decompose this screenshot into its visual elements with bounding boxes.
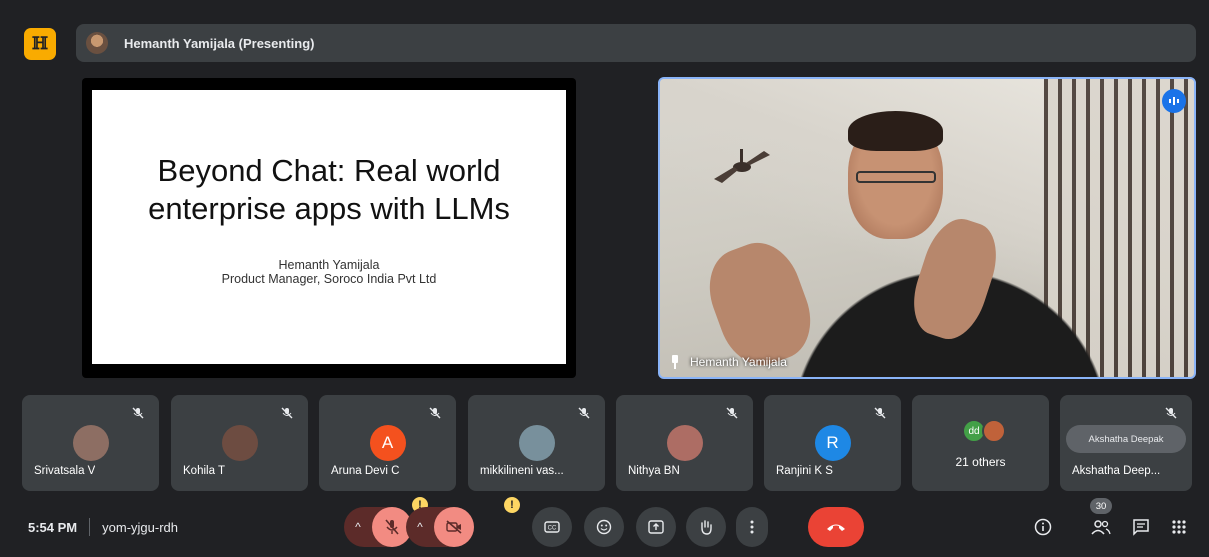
present-screen-button[interactable]: [636, 507, 676, 547]
participant-tile[interactable]: Nithya BN: [616, 395, 753, 491]
others-count-label: 21 others: [955, 455, 1006, 469]
speaking-indicator-icon: [1162, 89, 1186, 113]
participant-avatar: [72, 425, 109, 461]
mic-off-icon: [873, 407, 887, 421]
presentation-slide: Beyond Chat: Real world enterprise apps …: [92, 90, 566, 364]
presenting-bar[interactable]: Hemanth Yamijala (Presenting): [76, 24, 1196, 62]
presenting-label: Hemanth Yamijala (Presenting): [124, 35, 315, 51]
pin-icon[interactable]: [670, 355, 680, 369]
camera-control-group: ^: [406, 507, 474, 547]
meeting-info: 5:54 PM yom-yjgu-rdh: [28, 518, 178, 536]
others-avatar-group: dd: [962, 419, 1006, 443]
meeting-details-info-icon[interactable]: [1032, 516, 1054, 538]
captions-button[interactable]: CC: [532, 507, 572, 547]
speaker-glasses-image: [856, 171, 936, 183]
presentation-stage[interactable]: Beyond Chat: Real world enterprise apps …: [82, 78, 576, 378]
activities-grid-icon[interactable]: [1168, 516, 1190, 538]
participant-strip: Srivatsala V Kohila T A Aruna Devi C mik…: [22, 395, 1192, 491]
participant-tile[interactable]: Kohila T: [171, 395, 308, 491]
leave-call-button[interactable]: [808, 507, 864, 547]
meet-window: ℍ Hemanth Yamijala (Presenting) Beyond C…: [0, 0, 1209, 557]
participant-tile[interactable]: Akshatha Deepak Akshatha Deep...: [1060, 395, 1192, 491]
participant-name: Nithya BN: [628, 465, 680, 477]
speaker-hair-image: [848, 111, 943, 151]
mic-off-icon: [1164, 407, 1178, 421]
meeting-code: yom-yjgu-rdh: [102, 519, 178, 535]
speaker-name: Hemanth Yamijala: [690, 355, 787, 369]
participant-name: Kohila T: [183, 465, 225, 477]
clock-time: 5:54 PM: [28, 519, 78, 535]
mic-off-icon: [131, 407, 145, 421]
participant-tile[interactable]: Srivatsala V: [22, 395, 159, 491]
mic-off-icon: [725, 407, 739, 421]
presenter-avatar: [86, 32, 108, 54]
participant-avatar: [221, 425, 258, 461]
participant-tile[interactable]: mikkilineni vas...: [468, 395, 605, 491]
svg-text:CC: CC: [548, 526, 557, 532]
more-options-button[interactable]: [736, 507, 768, 547]
speaker-name-label: Hemanth Yamijala: [670, 355, 787, 369]
others-tile[interactable]: dd 21 others: [912, 395, 1049, 491]
participant-tile[interactable]: A Aruna Devi C: [319, 395, 456, 491]
mic-control-group: ^: [344, 507, 412, 547]
speaker-video-tile[interactable]: Hemanth Yamijala: [658, 77, 1196, 379]
participant-name: Aruna Devi C: [331, 465, 400, 477]
meet-logo-icon: ℍ: [24, 28, 56, 60]
mic-off-icon: [577, 407, 591, 421]
mic-off-icon: [428, 407, 442, 421]
slide-author: Hemanth Yamijala: [278, 258, 380, 272]
others-avatar-photo: [982, 419, 1006, 443]
ceiling-fan-image: [714, 149, 770, 183]
camera-warning-icon: !: [504, 497, 520, 513]
mic-off-icon: [280, 407, 294, 421]
people-icon[interactable]: [1090, 516, 1112, 538]
participant-count-badge: 30: [1090, 498, 1112, 514]
divider: [89, 518, 91, 536]
camera-off-button[interactable]: [434, 507, 474, 547]
chat-icon[interactable]: [1130, 516, 1152, 538]
slide-subtitle: Hemanth Yamijala Product Manager, Soroco…: [92, 258, 566, 286]
mic-options-chevron-icon[interactable]: ^: [344, 520, 372, 534]
slide-title-line-1: Beyond Chat: Real world: [157, 153, 501, 188]
participant-avatar: A: [369, 425, 406, 461]
participant-avatar: R: [814, 425, 851, 461]
participant-tile[interactable]: R Ranjini K S: [764, 395, 901, 491]
slide-title-line-2: enterprise apps with LLMs: [148, 191, 510, 226]
camera-options-chevron-icon[interactable]: ^: [406, 520, 434, 534]
participant-avatar: [518, 425, 555, 461]
participant-name: Akshatha Deep...: [1072, 465, 1161, 477]
participant-name: Srivatsala V: [34, 465, 96, 477]
slide-title: Beyond Chat: Real world enterprise apps …: [92, 152, 566, 228]
participant-name: mikkilineni vas...: [480, 465, 564, 477]
participant-avatar: [666, 425, 703, 461]
participant-name-tooltip: Akshatha Deepak: [1066, 425, 1186, 453]
raise-hand-button[interactable]: [686, 507, 726, 547]
emoji-reaction-button[interactable]: [584, 507, 624, 547]
participant-name: Ranjini K S: [776, 465, 833, 477]
slide-role: Product Manager, Soroco India Pvt Ltd: [221, 272, 437, 286]
